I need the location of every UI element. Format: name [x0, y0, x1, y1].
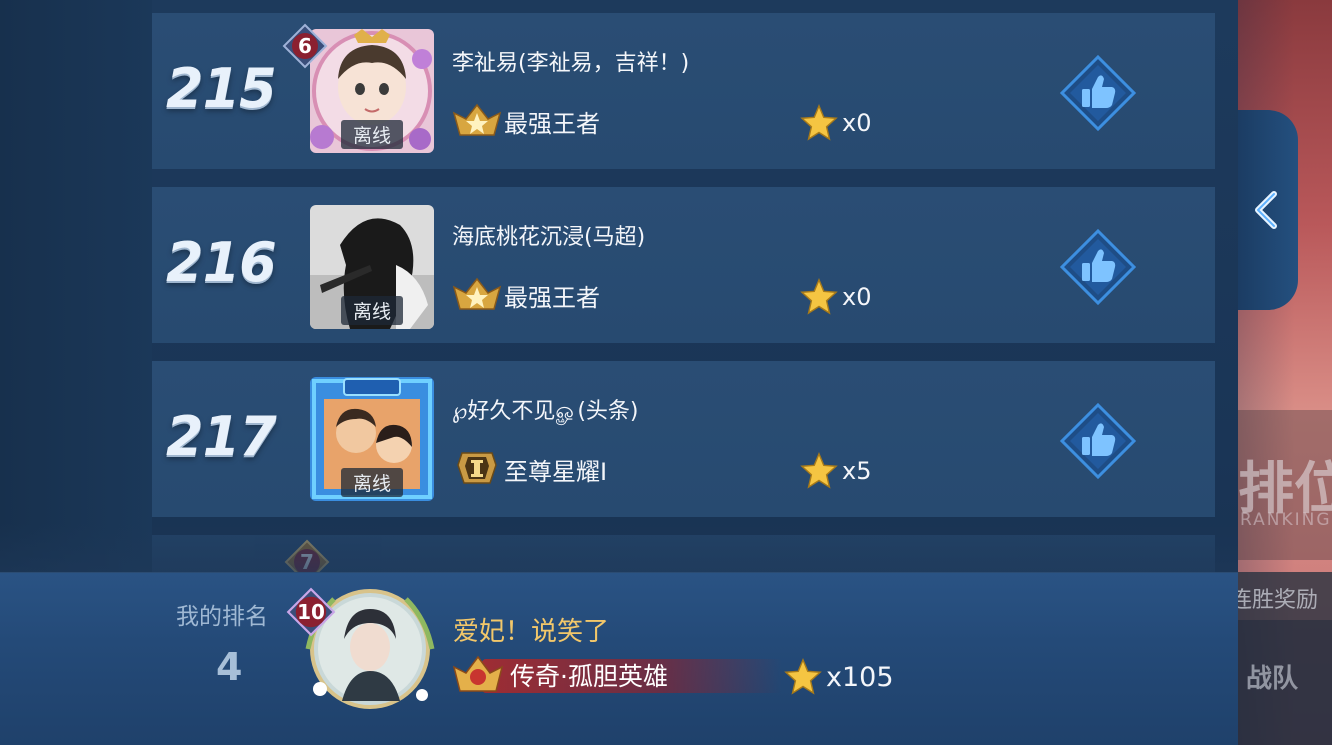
star-icon [800, 278, 838, 315]
rank-number: 216 [166, 231, 277, 294]
collapse-button[interactable] [1238, 110, 1298, 310]
my-star-count: x105 [784, 655, 894, 699]
star-icon [800, 104, 838, 141]
tier-label: 最强王者 [504, 109, 600, 138]
offline-tag: 离线 [341, 468, 403, 497]
tier: 至尊星耀I [452, 449, 607, 489]
my-rank-number: 4 [216, 645, 243, 689]
level-badge: 10 [286, 587, 336, 637]
my-player-name: 爱妃！说笑了 [453, 617, 610, 647]
level-badge: 6 [282, 23, 328, 69]
like-button[interactable] [1059, 54, 1137, 132]
leaderboard-row[interactable]: 215 离线 6 李祉易(李祉易，吉祥！) 最强王者 x0 [152, 13, 1215, 169]
offline-tag: 离线 [341, 296, 403, 325]
fade-overlay [0, 523, 1238, 573]
tab-ranking-subtitle: RANKING [1240, 510, 1332, 530]
like-button[interactable] [1059, 402, 1137, 480]
leaderboard-row[interactable]: 217 离线 ℘好久不见ௐ(头条) 至尊星耀I x5 [152, 361, 1215, 517]
thumbs-up-icon [1059, 402, 1137, 480]
tab-streak-reward[interactable]: 连胜奖励 [1230, 572, 1332, 620]
king-tier-icon [452, 103, 502, 136]
avatar[interactable]: 离线 [310, 205, 434, 329]
tier-label: 传奇·孤胆英雄 [510, 662, 668, 691]
tab-team-label: 战队 [1246, 664, 1299, 694]
player-name: 海底桃花沉浸(马超) [452, 225, 646, 250]
starlight-tier-icon [457, 452, 497, 484]
thumbs-up-icon [1059, 228, 1137, 306]
rank-number: 215 [166, 57, 277, 120]
tab-ranking[interactable]: 排位 RANKING [1238, 410, 1332, 560]
tier-label: 至尊星耀I [504, 457, 608, 486]
player-name: ℘好久不见ௐ(头条) [452, 399, 639, 424]
like-button[interactable] [1059, 228, 1137, 306]
star-icon [784, 658, 822, 695]
leaderboard-row[interactable]: 216 离线 海底桃花沉浸(马超) 最强王者 x0 [152, 187, 1215, 343]
my-rank-bar[interactable]: 我的排名 4 10 爱妃！说笑了 传奇·孤胆英雄 x105 [0, 523, 1238, 745]
chevron-left-icon [1255, 191, 1277, 229]
thumbs-up-icon [1059, 54, 1137, 132]
tier: 最强王者 [452, 101, 600, 141]
star-count: x5 [800, 451, 871, 491]
tab-streak-reward-label: 连胜奖励 [1230, 588, 1319, 613]
star-count: x0 [800, 103, 871, 143]
rank-number: 217 [166, 405, 277, 468]
my-tier: 传奇·孤胆英雄 [452, 653, 782, 697]
avatar[interactable]: 离线 [310, 377, 434, 501]
avatar[interactable]: 离线 [310, 29, 434, 153]
king-tier-icon [452, 277, 502, 310]
star-count: x0 [800, 277, 871, 317]
legend-tier-icon [452, 655, 504, 692]
tier: 最强王者 [452, 275, 600, 315]
player-name: 李祉易(李祉易，吉祥！) [452, 51, 690, 76]
offline-tag: 离线 [341, 120, 403, 149]
tab-team[interactable]: 战队 [1238, 620, 1332, 745]
star-icon [800, 452, 838, 489]
my-rank-label: 我的排名 [176, 604, 268, 630]
tier-label: 最强王者 [504, 283, 600, 312]
